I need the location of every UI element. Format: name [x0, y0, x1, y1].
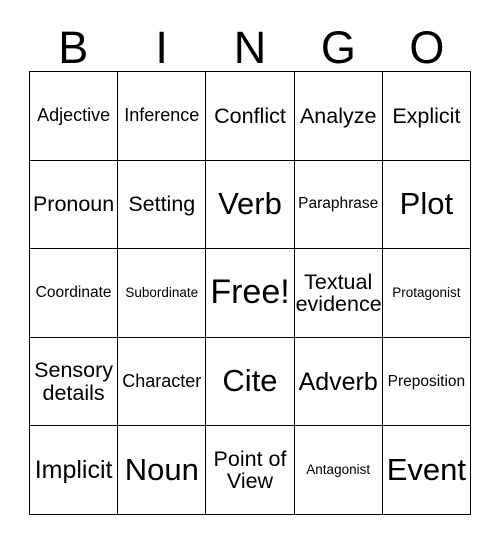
bingo-cell-b3[interactable]: Coordinate — [30, 249, 119, 338]
bingo-grid: Adjective Inference Conflict Analyze Exp… — [29, 71, 471, 515]
bingo-cell-n4[interactable]: Cite — [206, 337, 295, 427]
bingo-cell-label: Implicit — [34, 456, 113, 485]
bingo-cell-g2[interactable]: Paraphrase — [294, 160, 383, 250]
header-letter-n: N — [233, 22, 267, 73]
bingo-cell-free-space[interactable]: Free! — [206, 249, 295, 338]
bingo-cell-label: Verb — [218, 186, 282, 222]
bingo-cell-label: Preposition — [387, 372, 466, 390]
bingo-cell-label: Noun — [124, 452, 199, 488]
bingo-cell-o4[interactable]: Preposition — [382, 337, 471, 427]
bingo-cell-n5[interactable]: Point of View — [206, 426, 295, 515]
bingo-cell-i3[interactable]: Subordinate — [118, 249, 207, 338]
bingo-cell-i2[interactable]: Setting — [118, 160, 207, 250]
bingo-cell-b4[interactable]: Sensory details — [30, 337, 119, 427]
bingo-cell-b2[interactable]: Pronoun — [30, 160, 119, 250]
bingo-cell-b1[interactable]: Adjective — [30, 72, 119, 161]
bingo-cell-label: Protagonist — [392, 284, 461, 300]
bingo-cell-g1[interactable]: Analyze — [294, 72, 383, 161]
bingo-cell-n2[interactable]: Verb — [206, 160, 295, 250]
bingo-cell-label: Setting — [128, 192, 196, 217]
bingo-cell-label: Explicit — [392, 103, 461, 128]
header-letter-o: O — [409, 22, 445, 73]
bingo-cell-label: Conflict — [214, 103, 286, 128]
bingo-cell-label: Inference — [124, 105, 200, 126]
bingo-cell-n1[interactable]: Conflict — [206, 72, 295, 161]
bingo-cell-label: Textual evidence — [295, 269, 382, 316]
bingo-cell-label: Subordinate — [125, 284, 199, 300]
bingo-cell-label: Cite — [222, 363, 278, 399]
bingo-cell-i5[interactable]: Noun — [118, 426, 207, 515]
bingo-cell-label: Paraphrase — [298, 195, 379, 213]
bingo-cell-label: Adjective — [37, 105, 111, 126]
bingo-cell-g4[interactable]: Adverb — [294, 337, 383, 427]
header-letter-b: B — [58, 22, 89, 73]
bingo-cell-label: Point of View — [213, 446, 287, 494]
bingo-cell-label: Sensory details — [34, 358, 114, 405]
bingo-cell-b5[interactable]: Implicit — [30, 426, 119, 515]
bingo-cell-label: Antagonist — [306, 462, 371, 478]
bingo-cell-label: Pronoun — [32, 192, 115, 217]
bingo-cell-o5[interactable]: Event — [382, 426, 471, 515]
bingo-cell-g3[interactable]: Textual evidence — [294, 249, 383, 338]
bingo-cell-g5[interactable]: Antagonist — [294, 426, 383, 515]
bingo-header-row: B I N G O — [29, 22, 471, 71]
bingo-cell-o1[interactable]: Explicit — [382, 72, 471, 161]
bingo-cell-label: Coordinate — [35, 283, 112, 301]
header-letter-i: I — [155, 22, 168, 73]
bingo-cell-o3[interactable]: Protagonist — [382, 249, 471, 338]
bingo-cell-i1[interactable]: Inference — [118, 72, 207, 161]
bingo-cell-i4[interactable]: Character — [118, 337, 207, 427]
bingo-cell-label: Free! — [210, 273, 290, 312]
header-letter-g: G — [320, 22, 356, 73]
bingo-cell-label: Character — [122, 371, 202, 392]
bingo-cell-o2[interactable]: Plot — [382, 160, 471, 250]
bingo-cell-label: Adverb — [298, 367, 378, 396]
bingo-cell-label: Plot — [399, 186, 454, 222]
bingo-card: B I N G O Adjective Inference Conflict A… — [0, 0, 500, 544]
bingo-cell-label: Event — [386, 452, 467, 488]
bingo-cell-label: Analyze — [299, 103, 377, 128]
